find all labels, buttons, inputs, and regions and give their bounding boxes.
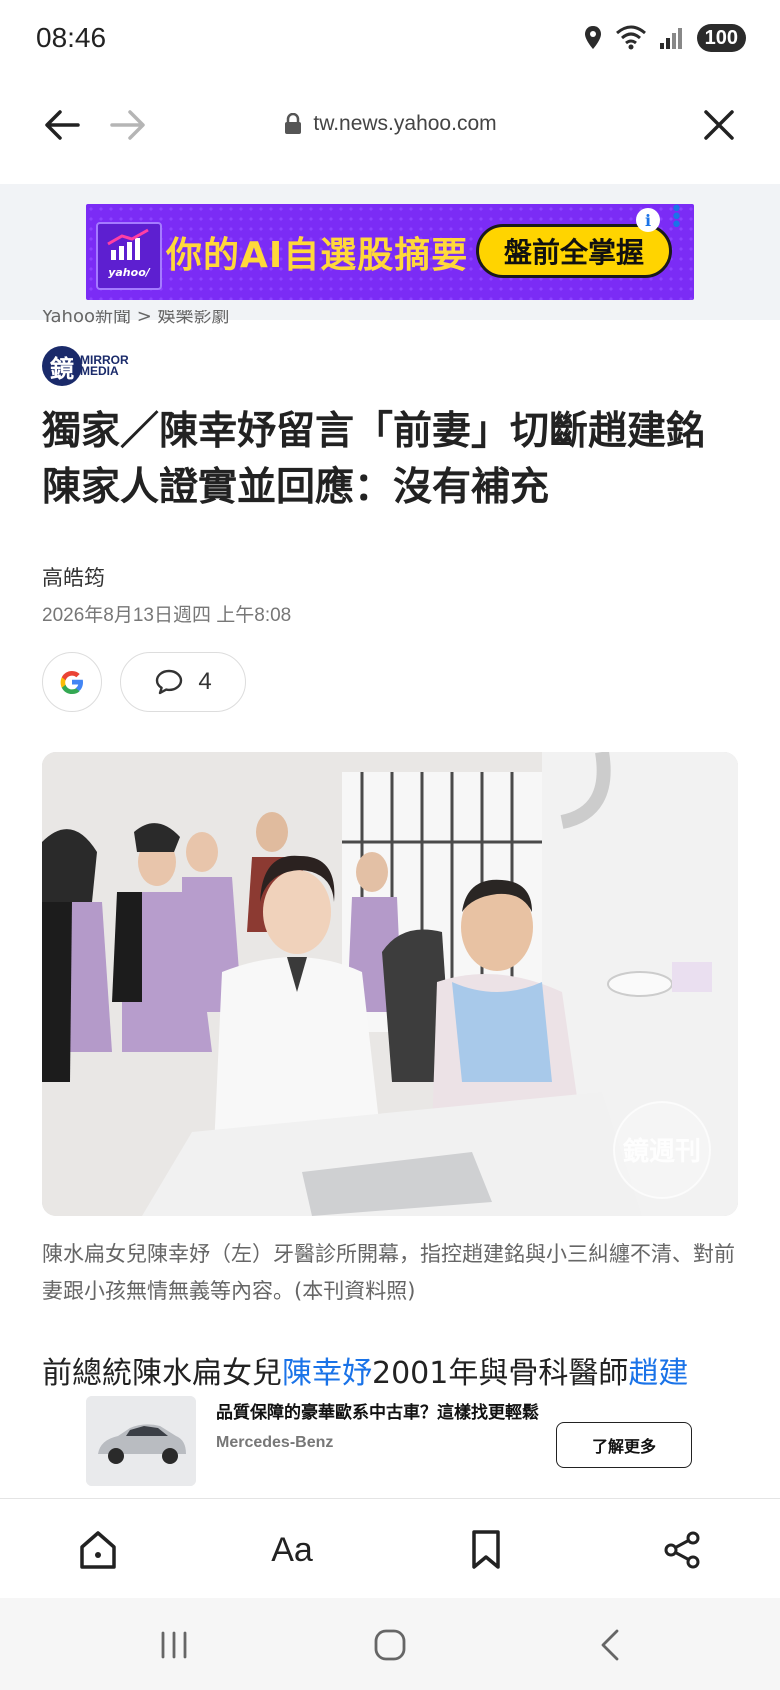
home-nav-icon: [374, 1629, 406, 1661]
ad-headline: 你的AI自選股摘要: [166, 235, 469, 276]
sponsored-brand: Mercedes-Benz: [216, 1434, 334, 1451]
article-author[interactable]: 高皓筠: [42, 562, 105, 592]
publisher-name: MIRROR MEDIA: [80, 354, 129, 378]
google-button[interactable]: [42, 652, 102, 712]
ad-logo: [96, 222, 162, 290]
learn-more-button[interactable]: 了解更多: [556, 1422, 692, 1468]
ad-logo-text: yahoo/: [108, 266, 150, 279]
article-body: 前總統陳水扁女兒陳幸妤2001年與骨科醫師趙建: [42, 1348, 762, 1392]
lock-icon: [285, 113, 302, 134]
recent-apps-icon: [161, 1631, 187, 1659]
recent-apps-button[interactable]: [144, 1620, 204, 1670]
comment-icon: [156, 669, 183, 695]
url-bar[interactable]: tw.news.yahoo.com: [0, 112, 780, 136]
back-nav-icon: [601, 1629, 619, 1661]
chart-icon: [107, 228, 149, 260]
status-time: 08:46: [36, 22, 107, 53]
location-icon: [584, 26, 601, 49]
sponsored-car-image: [86, 1396, 196, 1486]
status-icons: 100: [583, 24, 746, 52]
publisher-glyph: 鏡: [42, 346, 82, 386]
body-text-2: 2001年與骨科醫師: [372, 1356, 629, 1391]
wifi-icon: [615, 25, 646, 50]
publisher-logo[interactable]: 鏡 MIRROR MEDIA: [42, 346, 129, 386]
article-date: 2026年8月13日週四 上午8:08: [42, 605, 292, 626]
share-button[interactable]: [652, 1520, 712, 1580]
comment-count: 4: [198, 668, 212, 695]
google-icon: [60, 671, 83, 694]
sponsored-title[interactable]: 品質保障的豪華歐系中古車？這樣找更輕鬆: [216, 1398, 539, 1423]
publisher-name-line2: MEDIA: [80, 364, 119, 378]
comments-button[interactable]: 4: [120, 652, 246, 712]
article-photo: 鏡週刊: [42, 752, 738, 1216]
body-link-chen[interactable]: 陳幸妤: [282, 1356, 372, 1391]
car-illustration: [86, 1396, 196, 1486]
body-link-zhao[interactable]: 趙建: [628, 1356, 688, 1391]
home-button[interactable]: [68, 1520, 128, 1580]
photo-illustration: 鏡週刊: [42, 752, 738, 1216]
url-text: tw.news.yahoo.com: [313, 112, 497, 135]
close-icon[interactable]: [702, 108, 736, 142]
ad-cta-button[interactable]: 盤前全掌握: [476, 224, 672, 278]
article-headline: 獨家／陳幸妤留言「前妻」切斷趙建銘 陳家人證實並回應：沒有補充: [42, 409, 706, 510]
body-text-1: 前總統陳水扁女兒: [42, 1356, 282, 1391]
bookmark-button[interactable]: [456, 1520, 516, 1580]
signal-icon: [659, 28, 682, 49]
ad-info-icon[interactable]: i: [636, 208, 660, 232]
battery-indicator: 100: [696, 24, 746, 52]
photo-watermark: 鏡週刊: [623, 1136, 701, 1167]
ad-menu-icon[interactable]: • • •: [670, 199, 683, 237]
share-icon: [664, 1531, 700, 1569]
home-icon: [80, 1531, 116, 1569]
home-nav-button[interactable]: [360, 1620, 420, 1670]
back-nav-button[interactable]: [580, 1620, 640, 1670]
bookmark-icon: [472, 1530, 500, 1569]
photo-caption: 陳水扁女兒陳幸妤（左）牙醫診所開幕，指控趙建銘與小三糾纏不清、對前妻跟小孩無情無…: [42, 1242, 735, 1303]
font-size-button[interactable]: Aa: [262, 1520, 322, 1580]
